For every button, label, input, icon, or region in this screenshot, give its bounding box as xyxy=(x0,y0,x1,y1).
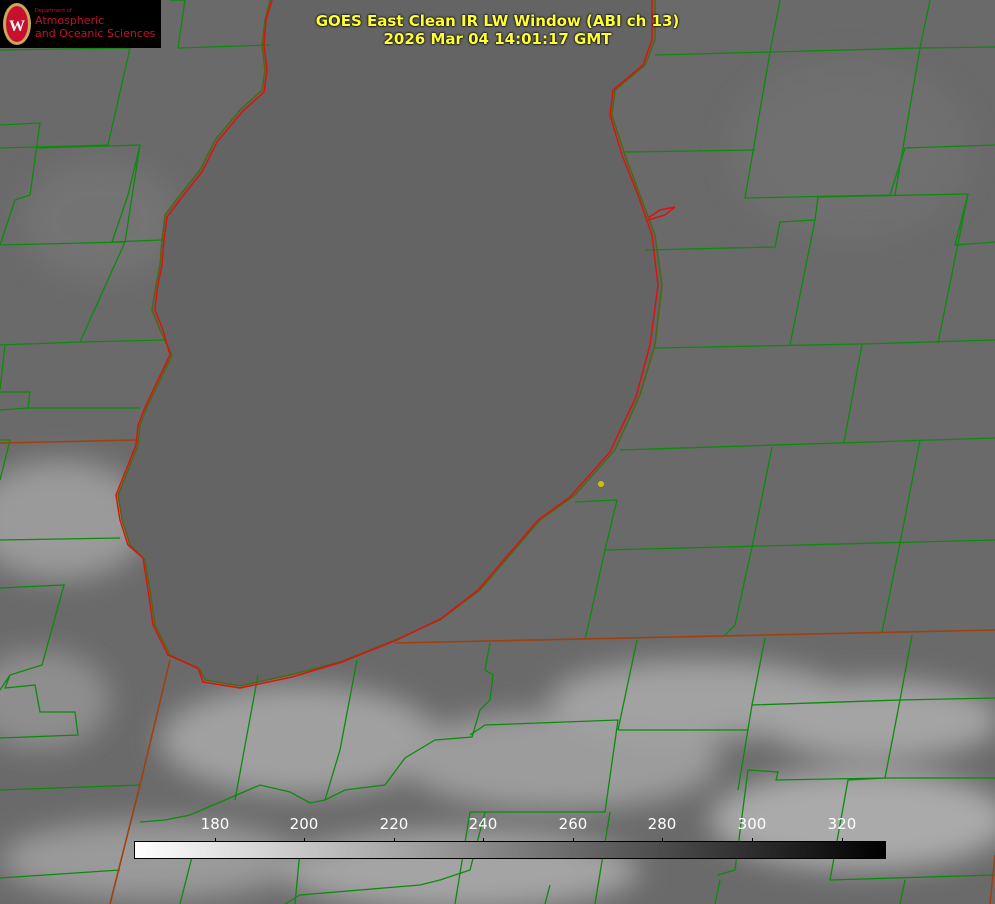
colorbar-tick xyxy=(842,838,843,842)
colorbar-tick-label: 180 xyxy=(200,815,230,833)
temperature-colorbar xyxy=(134,841,886,859)
colorbar-tick-label: 280 xyxy=(647,815,677,833)
image-timestamp: 2026 Mar 04 14:01:17 GMT xyxy=(383,30,612,48)
colorbar-tick-label: 260 xyxy=(558,815,588,833)
colorbar-tick-label: 300 xyxy=(737,815,767,833)
location-marker xyxy=(598,481,604,487)
satellite-map xyxy=(0,0,995,904)
colorbar-tick xyxy=(304,838,305,842)
colorbar-tick xyxy=(752,838,753,842)
colorbar-tick-label: 320 xyxy=(827,815,857,833)
colorbar-tick-label: 220 xyxy=(379,815,409,833)
colorbar-tick xyxy=(573,838,574,842)
colorbar-tick-label: 200 xyxy=(289,815,319,833)
colorbar-tick-label: 240 xyxy=(468,815,498,833)
colorbar-tick xyxy=(215,838,216,842)
satellite-viewer: W Department of Atmospheric and Oceanic … xyxy=(0,0,995,904)
image-title: GOES East Clean IR LW Window (ABI ch 13) xyxy=(315,12,680,30)
colorbar-tick xyxy=(483,838,484,842)
colorbar-tick xyxy=(662,838,663,842)
colorbar-tick xyxy=(394,838,395,842)
